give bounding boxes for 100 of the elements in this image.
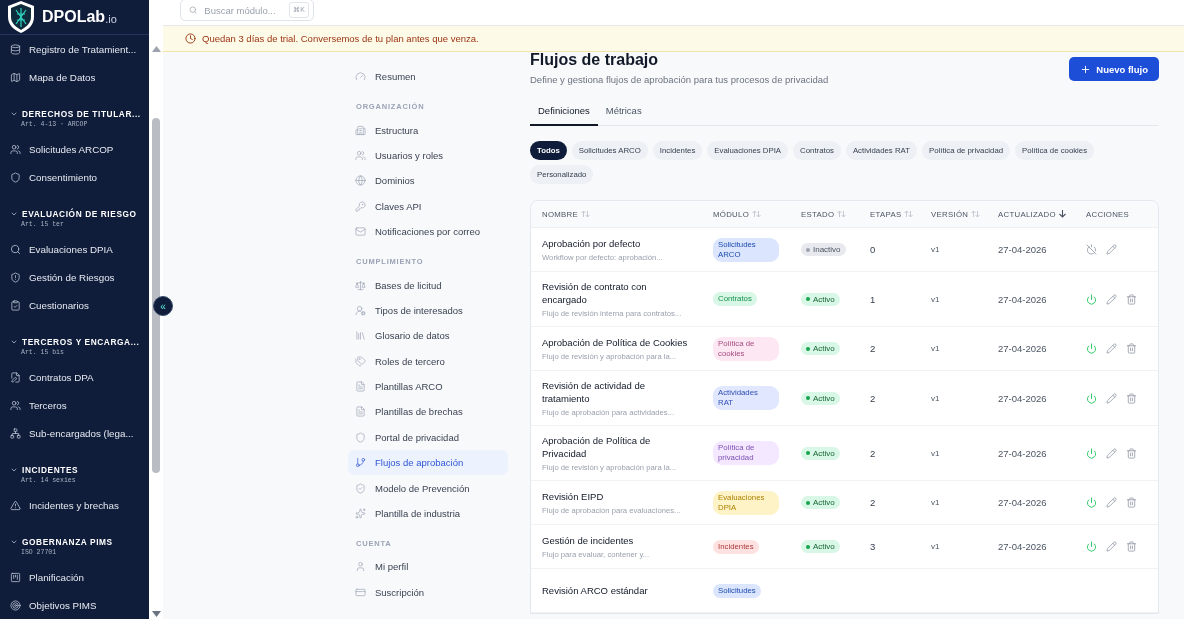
tab[interactable]: Métricas [597,99,650,126]
tab[interactable]: Definiciones [530,99,598,126]
power-button[interactable] [1086,541,1097,552]
edit-button[interactable] [1106,343,1117,354]
settings-nav-item[interactable]: Mi perfil [348,554,508,580]
users-icon [10,143,21,155]
status-badge: Activo [801,540,840,553]
settings-nav-item[interactable]: Claves API [348,193,508,219]
sidebar-group-title[interactable]: INCIDENTES [10,465,149,475]
power-button[interactable] [1086,293,1097,305]
power-button[interactable] [1086,343,1097,354]
sidebar-item[interactable]: Mapa de Datos [10,63,149,91]
settings-nav-item[interactable]: Plantillas ARCO [348,373,508,400]
updated-date: 27-04-2026 [998,447,1048,459]
stages-count: 1 [870,293,877,305]
globe-icon [355,175,366,187]
warning-icon [10,499,21,511]
sidebar-item[interactable]: Solicitudes ARCOP [10,135,149,163]
settings-nav-item[interactable]: Bases de licitud [348,272,508,298]
search-input[interactable]: Buscar módulo... [202,3,285,17]
edit-button[interactable] [1106,392,1117,404]
edit-button[interactable] [1106,293,1117,305]
edit-button[interactable] [1106,541,1117,552]
sidebar-item[interactable]: Gestión de Riesgos [10,263,149,291]
settings-nav-item[interactable]: Modelo de Prevención [348,475,508,501]
settings-nav-item[interactable]: Plantillas de brechas [348,399,508,425]
tags-icon [355,355,366,367]
power-off-button[interactable] [1086,244,1097,255]
settings-nav-item[interactable]: Suscripción [348,579,508,606]
settings-nav-item[interactable]: Resumen [348,64,508,90]
settings-nav-item[interactable]: Portal de privacidad [348,424,508,451]
delete-button[interactable] [1126,293,1137,305]
sidebar-item[interactable]: Terceros [10,391,149,419]
page-title: Flujos de trabajo [530,52,659,69]
sidebar-item[interactable]: Evaluaciones DPIA [10,235,149,263]
sidebar-group-title[interactable]: DERECHOS DE TITULAR... [10,109,149,119]
updated-date: 27-04-2026 [998,392,1048,404]
clock-icon [185,33,196,44]
sidebar-group-title[interactable]: EVALUACIÓN DE RIESGO [10,209,149,219]
settings-nav-item[interactable]: Usuarios y roles [348,142,508,169]
settings-nav-item[interactable]: Flujos de aprobación [348,450,508,476]
version: v1 [931,245,941,254]
scroll-down-icon [151,611,161,617]
edit-button[interactable] [1106,497,1117,508]
sidebar-item[interactable]: Incidentes y brechas [10,491,149,519]
shield-icon [10,171,21,183]
power-button[interactable] [1086,392,1097,404]
delete-button[interactable] [1126,447,1137,459]
sidebar-item[interactable]: Planificación [10,563,149,591]
settings-nav-item[interactable]: Tipos de interesados [348,297,508,324]
logo-suffix: .io [105,13,117,25]
sidebar-item[interactable]: Sub-encargados (lega... [10,419,149,447]
shield-icon [355,431,366,443]
settings-nav-item[interactable]: Estructura [348,117,508,143]
version: v1 [931,498,941,507]
settings-nav-item[interactable]: Roles de tercero [348,348,508,374]
gauge-icon [355,71,366,83]
sidebar-group-title[interactable]: TERCEROS Y ENCARGA... [10,337,149,347]
sidebar-item[interactable]: Contratos DPA [10,363,149,391]
edit-button[interactable] [1106,244,1117,255]
delete-button[interactable] [1126,343,1137,354]
flow-name: Aprobación por defecto [542,237,642,250]
flow-name: Revisión ARCO estándar [542,584,649,597]
search-icon [189,5,198,15]
stages-count: 2 [870,497,877,508]
delete-button[interactable] [1126,497,1137,508]
sidebar-item[interactable]: Objetivos PIMS [10,591,149,619]
shield-check-icon [355,482,366,494]
stages-count: 2 [870,343,877,354]
chevron-icon [10,210,18,218]
page-subtitle: Define y gestiona flujos de aprobación para tus procesos de privacidad [530,74,829,85]
updated-date: 27-04-2026 [998,497,1048,508]
user-icon [355,304,366,316]
sidebar-item[interactable]: Cuestionarios [10,291,149,319]
collapse-button[interactable]: « [153,296,173,316]
users-icon [355,149,366,161]
chevron-icon [10,466,18,474]
user-icon [355,561,366,573]
settings-nav-item[interactable]: Glosario de datos [348,323,508,349]
version: v1 [931,344,941,353]
settings-nav-item[interactable]: Notificaciones por correo [348,218,508,245]
new-flow-button[interactable]: Nuevo flujo [1069,57,1159,81]
edit-button[interactable] [1106,447,1117,459]
power-button[interactable] [1086,447,1097,459]
flow-name: Revisión de actividad de tratamiento [542,379,646,405]
version: v1 [931,393,941,403]
sidebar-group-title[interactable]: GOBERNANZA PIMS [10,537,149,547]
status-badge: Activo [801,292,840,306]
users-icon [10,399,21,411]
status-badge: Activo [801,391,840,405]
delete-button[interactable] [1126,541,1137,552]
board-icon [10,571,21,583]
delete-button[interactable] [1126,392,1137,404]
settings-nav-item[interactable]: Plantilla de industria [348,500,508,527]
settings-nav-item[interactable]: Dominios [348,168,508,194]
power-button[interactable] [1086,497,1097,508]
sidebar-item[interactable]: Registro de Tratamient... [10,35,149,63]
flow-name: Aprobación de Política de Cookies [542,336,689,349]
version: v1 [931,294,941,304]
sidebar-item[interactable]: Consentimiento [10,163,149,191]
